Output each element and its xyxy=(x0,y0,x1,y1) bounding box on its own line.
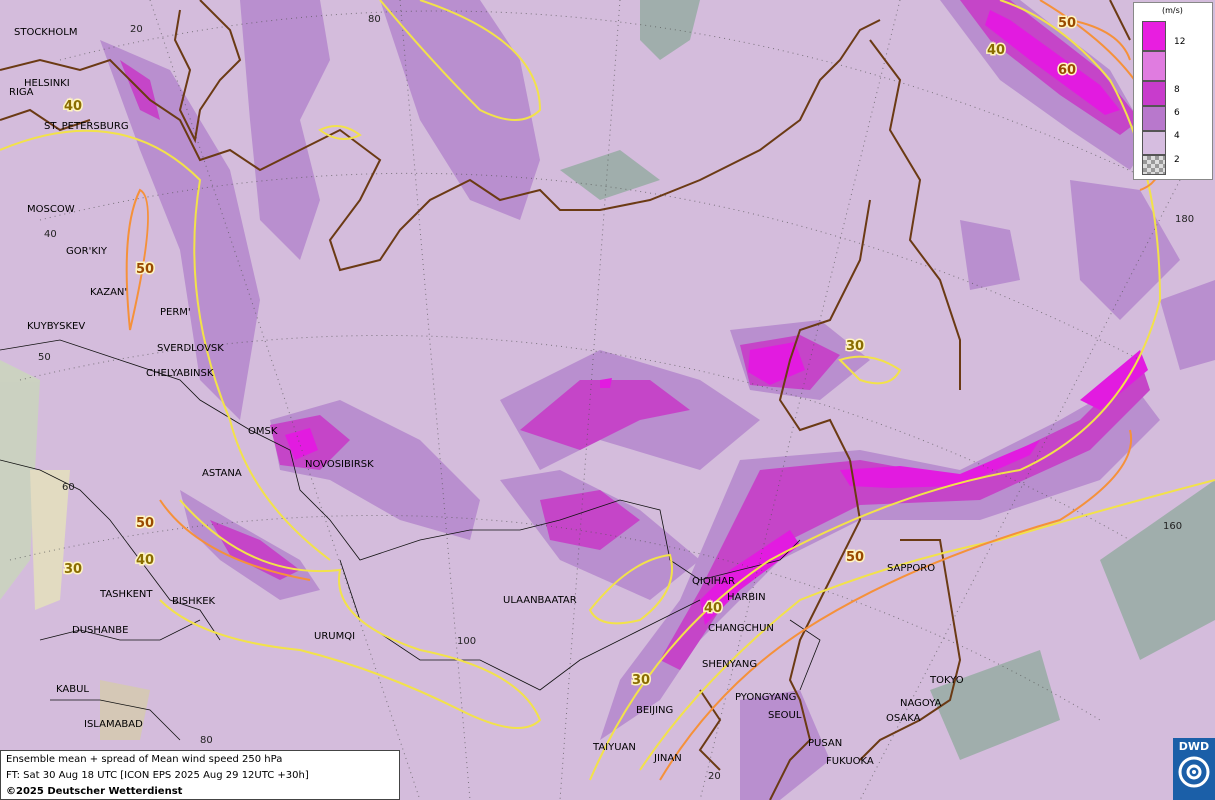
city-label: SEOUL xyxy=(768,710,802,721)
city-label: ISLAMABAD xyxy=(84,719,143,730)
city-label: SVERDLOVSK xyxy=(157,343,224,354)
dwd-logo-text: DWD xyxy=(1178,740,1210,753)
product-title: Ensemble mean + spread of Mean wind spee… xyxy=(6,754,283,765)
isotach-label: 30 xyxy=(846,339,864,354)
info-box: Ensemble mean + spread of Mean wind spee… xyxy=(0,750,400,800)
legend-unit: (m/s) xyxy=(1162,6,1183,15)
city-label: ULAANBAATAR xyxy=(503,595,577,606)
dwd-logo: DWD xyxy=(1173,738,1215,800)
city-label: JINAN xyxy=(653,753,682,764)
city-label: OMSK xyxy=(248,426,278,437)
grid-label: 20 xyxy=(708,771,721,782)
legend-swatch-12 xyxy=(1142,21,1166,51)
legend-label: 12 xyxy=(1174,37,1186,47)
grid-label: 40 xyxy=(44,229,57,240)
legend-swatch-0 xyxy=(1142,155,1166,175)
legend-swatch-6 xyxy=(1142,81,1166,106)
forecast-time: FT: Sat 30 Aug 18 UTC [ICON EPS 2025 Aug… xyxy=(6,770,309,781)
city-label: BISHKEK xyxy=(172,596,216,607)
grid-label: 100 xyxy=(457,636,476,647)
city-label: RIGA xyxy=(9,87,34,98)
legend-label: 2 xyxy=(1174,155,1180,165)
legend-swatch-4 xyxy=(1142,106,1166,131)
city-label: CHELYABINSK xyxy=(146,368,214,379)
city-label: URUMQI xyxy=(314,631,355,642)
legend-label: 4 xyxy=(1174,131,1180,141)
grid-label: 80 xyxy=(368,14,381,25)
city-label: TOKYO xyxy=(929,675,964,686)
isotach-label: 40 xyxy=(987,43,1005,58)
city-label: OSAKA xyxy=(886,713,921,724)
copyright: ©2025 Deutscher Wetterdienst xyxy=(6,786,183,797)
city-label: CHANGCHUN xyxy=(708,623,774,634)
isotach-label: 40 xyxy=(704,601,722,616)
city-label: GOR'KIY xyxy=(66,246,108,257)
legend-swatch-2 xyxy=(1142,131,1166,155)
city-label: QIQIHAR xyxy=(692,576,735,587)
city-label: PERM' xyxy=(160,307,191,318)
city-label: TASHKENT xyxy=(99,589,153,600)
grid-label: 80 xyxy=(200,735,213,746)
city-label: PUSAN xyxy=(808,738,842,749)
city-label: KABUL xyxy=(56,684,89,695)
city-label: DUSHANBE xyxy=(72,625,128,636)
city-label: KUYBYSKEV xyxy=(27,321,85,332)
city-label: SHENYANG xyxy=(702,659,757,670)
isotach-label: 50 xyxy=(1058,16,1076,31)
isotach-label: 40 xyxy=(64,99,82,114)
city-label: ASTANA xyxy=(202,468,242,479)
isotach-label: 60 xyxy=(1058,63,1076,78)
city-label: ST. PETERSBURG xyxy=(44,121,129,132)
city-label: BEIJING xyxy=(636,705,673,716)
city-label: FUKUOKA xyxy=(826,756,874,767)
city-label: HARBIN xyxy=(727,592,766,603)
grid-label: 50 xyxy=(38,352,51,363)
legend-swatch-8 xyxy=(1142,51,1166,81)
grid-label: 60 xyxy=(62,482,75,493)
legend-label: 8 xyxy=(1174,85,1180,95)
swirl-icon xyxy=(1178,756,1210,788)
isotach-label: 30 xyxy=(632,673,650,688)
forecast-map: 40 50 50 40 30 30 40 30 50 50 40 60 20 8… xyxy=(0,0,1215,800)
isotach-label: 50 xyxy=(846,550,864,565)
isotach-label: 30 xyxy=(64,562,82,577)
city-label: NAGOYA xyxy=(900,698,942,709)
grid-label: 160 xyxy=(1163,521,1182,532)
city-label: SAPPORO xyxy=(887,563,935,574)
isotach-label: 50 xyxy=(136,262,154,277)
city-label: KAZAN' xyxy=(90,287,127,298)
grid-label: 20 xyxy=(130,24,143,35)
city-label: STOCKHOLM xyxy=(14,27,77,38)
isotach-label: 40 xyxy=(136,553,154,568)
city-label: MOSCOW xyxy=(27,204,75,215)
grid-label: 180 xyxy=(1175,214,1194,225)
legend-label: 6 xyxy=(1174,108,1180,118)
city-label: PYONGYANG xyxy=(735,692,796,703)
city-label: NOVOSIBIRSK xyxy=(305,459,374,470)
color-legend: (m/s) 12 8 6 4 2 xyxy=(1133,2,1213,180)
isotach-label: 50 xyxy=(136,516,154,531)
city-label: TAIYUAN xyxy=(592,742,636,753)
